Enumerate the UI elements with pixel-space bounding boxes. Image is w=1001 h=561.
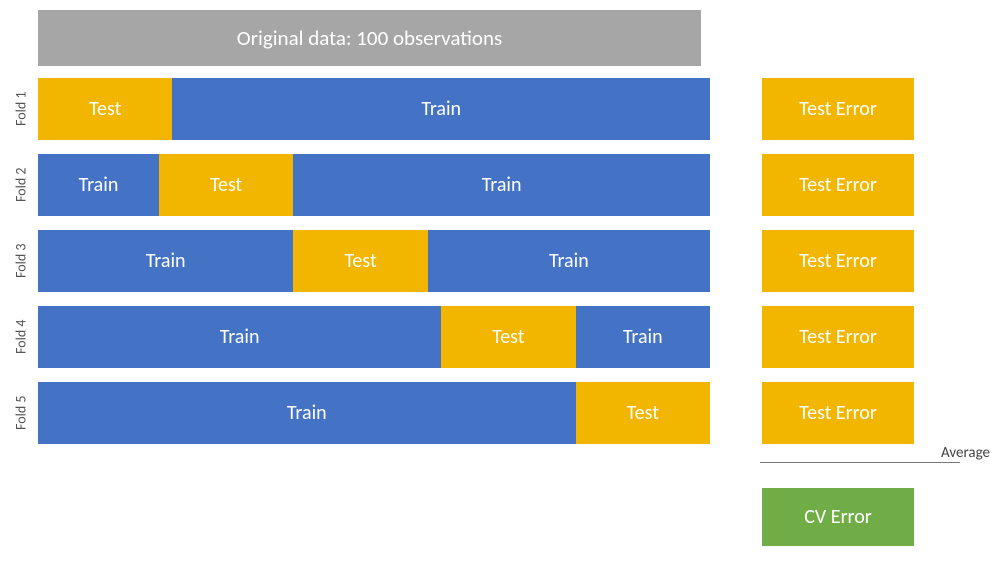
fold-label: Fold 2 [6, 154, 36, 216]
fold-bar: TrainTestTrain [38, 306, 710, 368]
train-segment: Train [38, 230, 293, 292]
train-segment: Train [428, 230, 710, 292]
test-segment: Test [38, 78, 172, 140]
fold-label: Fold 5 [6, 382, 36, 444]
fold-row: Fold 5TrainTest Test Error [6, 382, 991, 444]
fold-label: Fold 3 [6, 230, 36, 292]
test-segment: Test [576, 382, 710, 444]
fold-label: Fold 1 [6, 78, 36, 140]
gap [710, 230, 762, 292]
fold-row: Fold 1TestTrain Test Error [6, 78, 991, 140]
cv-error-box: CV Error [762, 488, 914, 546]
gap [710, 306, 762, 368]
test-segment: Test [441, 306, 575, 368]
fold-bar: TrainTestTrain [38, 154, 710, 216]
train-segment: Train [38, 154, 159, 216]
fold-row: Fold 2TrainTestTrainTest Error [6, 154, 991, 216]
test-error-box: Test Error [762, 230, 914, 292]
average-line [760, 462, 960, 463]
fold-bar: TestTrain [38, 78, 710, 140]
average-divider: Average [760, 456, 990, 463]
gap [710, 78, 762, 140]
test-error-box: Test Error [762, 382, 914, 444]
fold-bar: TrainTestTrain [38, 230, 710, 292]
test-error-box: Test Error [762, 306, 914, 368]
train-segment: Train [38, 382, 576, 444]
average-label: Average [941, 444, 990, 462]
gap [710, 382, 762, 444]
folds-area: Fold 1TestTrainTest ErrorFold 2TrainTest… [6, 78, 991, 444]
test-error-box: Test Error [762, 78, 914, 140]
test-segment: Test [293, 230, 427, 292]
gap [710, 154, 762, 216]
train-segment: Train [172, 78, 710, 140]
train-segment: Train [293, 154, 710, 216]
cv-diagram: . Original data: 100 observations Fold 1… [0, 0, 1001, 561]
test-error-box: Test Error [762, 154, 914, 216]
header-row: . Original data: 100 observations [6, 10, 991, 66]
fold-row: Fold 3TrainTestTrainTest Error [6, 230, 991, 292]
fold-label: Fold 4 [6, 306, 36, 368]
test-segment: Test [159, 154, 293, 216]
fold-row: Fold 4TrainTestTrainTest Error [6, 306, 991, 368]
fold-bar: TrainTest [38, 382, 710, 444]
original-data-header: Original data: 100 observations [38, 10, 701, 66]
train-segment: Train [576, 306, 710, 368]
train-segment: Train [38, 306, 441, 368]
